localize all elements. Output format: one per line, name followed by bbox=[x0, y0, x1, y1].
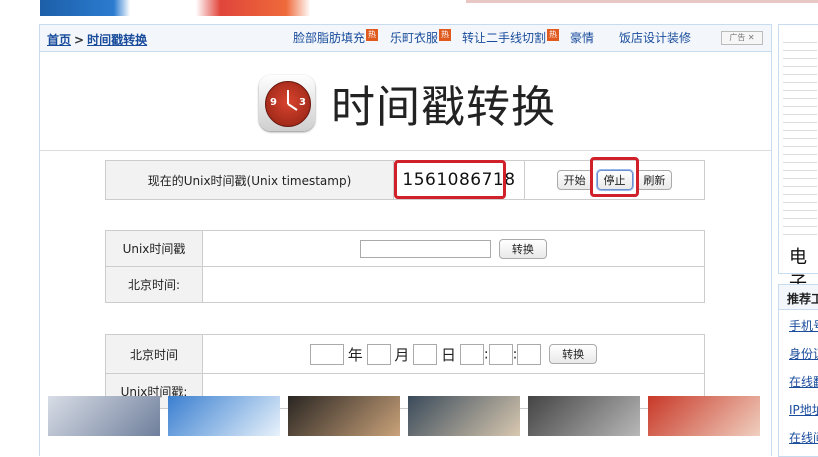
refresh-button[interactable]: 刷新 bbox=[636, 170, 673, 190]
unix-timestamp-input[interactable] bbox=[360, 239, 492, 258]
top-banner bbox=[0, 0, 818, 22]
site-logo[interactable] bbox=[40, 0, 450, 16]
sidebar-link-phone[interactable]: 手机号 bbox=[789, 317, 818, 334]
thumbnail-image[interactable] bbox=[648, 396, 760, 436]
thumbnail-image[interactable] bbox=[48, 396, 160, 436]
beijing-result-label: 北京时间: bbox=[105, 266, 203, 303]
thumbnail-image[interactable] bbox=[288, 396, 400, 436]
month-input[interactable] bbox=[366, 343, 391, 365]
ad-link-haoqing[interactable]: 豪情 bbox=[570, 29, 594, 46]
year-unit: 年 bbox=[347, 345, 363, 364]
hour-input[interactable] bbox=[459, 343, 484, 365]
unix-input-label: Unix时间戳 bbox=[105, 230, 203, 267]
current-timestamp-label: 现在的Unix时间戳(Unix timestamp) bbox=[105, 160, 394, 200]
unix-input-cell: 转换 bbox=[202, 230, 705, 267]
beijing-convert-button[interactable]: 转换 bbox=[549, 344, 598, 364]
sidebar-link-online[interactable]: 在线间 bbox=[789, 429, 818, 446]
clock-hands bbox=[287, 90, 298, 111]
day-input[interactable] bbox=[413, 343, 438, 365]
hot-badge: 热 bbox=[366, 29, 379, 41]
stop-button-highlight-frame bbox=[590, 157, 639, 197]
nav-bar: 首页 > 时间戳转换 脸部脂肪填充热 乐町衣服热 转让二手线切割热 豪情 饭店设计装… bbox=[40, 25, 771, 52]
clock-app-icon: 9 3 bbox=[259, 75, 315, 131]
sidebar-recommended-tools: 推荐工 手机号 身份证 在线翻 IP地址 在线间 bbox=[778, 284, 818, 457]
sidebar-box-header: 推荐工 bbox=[779, 285, 818, 310]
beijing-result-value bbox=[202, 266, 705, 303]
main-content: 首页 > 时间戳转换 脸部脂肪填充热 乐町衣服热 转让二手线切割热 豪情 饭店设计装… bbox=[39, 24, 772, 456]
second-input[interactable] bbox=[517, 343, 542, 365]
header-divider bbox=[40, 150, 771, 151]
unix-to-beijing-table: Unix时间戳 转换 北京时间: bbox=[105, 230, 705, 303]
hot-badge: 热 bbox=[547, 29, 560, 41]
year-input[interactable] bbox=[309, 343, 344, 365]
ad-link-face-filler[interactable]: 脸部脂肪填充热 bbox=[293, 29, 379, 46]
timestamp-highlight-frame bbox=[394, 160, 506, 199]
breadcrumb-separator: > bbox=[74, 33, 85, 47]
start-button[interactable]: 开始 bbox=[556, 170, 593, 190]
beijing-input-cell: 年 月 日 :: 转换 bbox=[202, 334, 705, 374]
thumbnail-image[interactable] bbox=[528, 396, 640, 436]
sidebar-link-translate[interactable]: 在线翻 bbox=[789, 373, 818, 390]
breadcrumb-current-link[interactable]: 时间戳转换 bbox=[87, 33, 147, 47]
beijing-input-label: 北京时间 bbox=[105, 334, 203, 374]
ad-link-restaurant-design[interactable]: 饭店设计装修 bbox=[619, 29, 691, 46]
minute-input[interactable] bbox=[488, 343, 513, 365]
page-title: 时间戳转换 bbox=[331, 82, 556, 133]
breadcrumb: 首页 > 时间戳转换 bbox=[47, 31, 147, 48]
month-unit: 月 bbox=[394, 345, 410, 364]
thumbnail-image[interactable] bbox=[168, 396, 280, 436]
sidebar-link-idcard[interactable]: 身份证 bbox=[789, 345, 818, 362]
sidebar-ad-image bbox=[783, 35, 817, 235]
top-right-bar bbox=[466, 0, 818, 3]
thumbnail-image[interactable] bbox=[408, 396, 520, 436]
clock-icon: 9 3 bbox=[265, 81, 311, 127]
breadcrumb-home-link[interactable]: 首页 bbox=[47, 33, 71, 47]
hot-badge: 热 bbox=[439, 29, 452, 41]
ad-link-clothes[interactable]: 乐町衣服热 bbox=[390, 29, 452, 46]
sidebar-ad-panel[interactable]: 电子 bbox=[778, 24, 818, 294]
ad-label[interactable]: 广告 ✕ bbox=[721, 31, 763, 45]
day-unit: 日 bbox=[441, 345, 457, 364]
sidebar-link-ip[interactable]: IP地址 bbox=[789, 401, 818, 418]
ad-link-wire-cutting[interactable]: 转让二手线切割热 bbox=[462, 29, 560, 46]
unix-convert-button[interactable]: 转换 bbox=[498, 238, 547, 259]
